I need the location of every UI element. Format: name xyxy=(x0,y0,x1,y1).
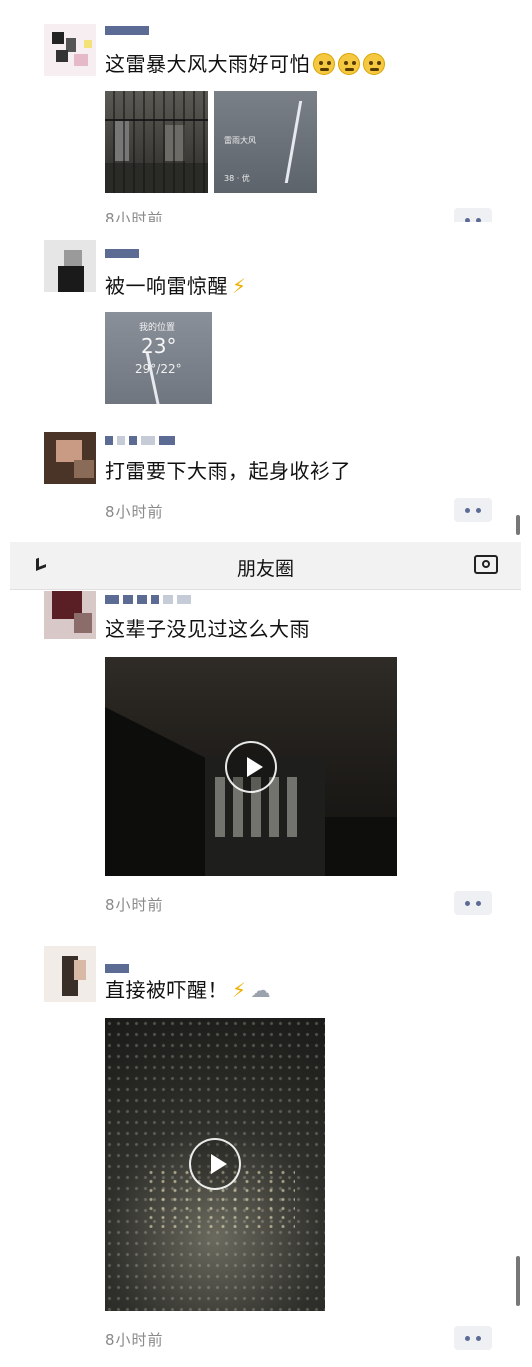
photo-weather-screenshot[interactable]: 我的位置 23° 29°/22° xyxy=(105,312,212,404)
more-button[interactable] xyxy=(454,498,492,522)
temperature-range-label: 29°/22° xyxy=(135,362,182,376)
scrollbar[interactable] xyxy=(516,1256,520,1306)
crying-emoji-icon xyxy=(338,53,360,75)
username[interactable] xyxy=(105,249,143,263)
avatar[interactable] xyxy=(44,591,96,639)
cloud-emoji-icon: ☁ xyxy=(250,978,272,1002)
username[interactable] xyxy=(105,595,195,609)
camera-icon[interactable] xyxy=(474,555,498,574)
lightning-emoji-icon: ⚡ xyxy=(232,274,247,298)
avatar[interactable] xyxy=(44,24,96,76)
post-4: 这辈子没见过这么大雨 8小时前 xyxy=(0,591,532,936)
post-text: 这辈子没见过这么大雨 xyxy=(105,617,310,641)
post-time: 8小时前 xyxy=(105,896,164,914)
username[interactable] xyxy=(105,436,179,450)
post-text: 打雷要下大雨，起身收衫了 xyxy=(105,459,351,483)
photo-city-night[interactable] xyxy=(105,91,208,193)
crying-emoji-icon xyxy=(363,53,385,75)
temperature-label: 23° xyxy=(141,334,177,358)
moments-nav-bar: 朋友圈 xyxy=(10,542,521,590)
weather-alert-label: 雷雨大风 xyxy=(224,136,256,145)
avatar[interactable] xyxy=(44,240,96,292)
scrollbar[interactable] xyxy=(516,515,520,535)
post-5: 直接被吓醒！ ⚡ ☁ 8小时前 xyxy=(0,936,532,1367)
post-3: 打雷要下大雨，起身收衫了 8小时前 xyxy=(0,412,532,542)
more-button[interactable] xyxy=(454,891,492,915)
post-1: 这雷暴大风大雨好可怕 雷雨大风 38 · 优 8小时前 xyxy=(0,0,532,232)
play-button-icon[interactable] xyxy=(189,1138,241,1190)
location-label: 我的位置 xyxy=(139,323,176,333)
aqi-label: 38 · 优 xyxy=(224,174,250,183)
more-button[interactable] xyxy=(454,1326,492,1350)
avatar[interactable] xyxy=(44,432,96,484)
lightning-emoji-icon: ⚡ xyxy=(232,978,247,1002)
video-thumbnail[interactable] xyxy=(105,1018,325,1311)
post-time: 8小时前 xyxy=(105,503,164,521)
photo-weather-app[interactable]: 雷雨大风 38 · 优 xyxy=(214,91,317,193)
avatar[interactable] xyxy=(44,946,96,1002)
video-thumbnail[interactable] xyxy=(105,657,397,876)
crying-emoji-icon xyxy=(313,53,335,75)
post-text: 直接被吓醒！ ⚡ ☁ xyxy=(105,978,272,1002)
username[interactable] xyxy=(105,26,153,40)
post-text: 被一响雷惊醒 ⚡ xyxy=(105,274,247,298)
post-2: 被一响雷惊醒 ⚡ 我的位置 23° 29°/22° xyxy=(0,222,532,412)
play-button-icon[interactable] xyxy=(225,741,277,793)
page-title: 朋友圈 xyxy=(236,558,294,580)
post-time: 8小时前 xyxy=(105,1331,164,1349)
post-text: 这雷暴大风大雨好可怕 xyxy=(105,50,385,78)
